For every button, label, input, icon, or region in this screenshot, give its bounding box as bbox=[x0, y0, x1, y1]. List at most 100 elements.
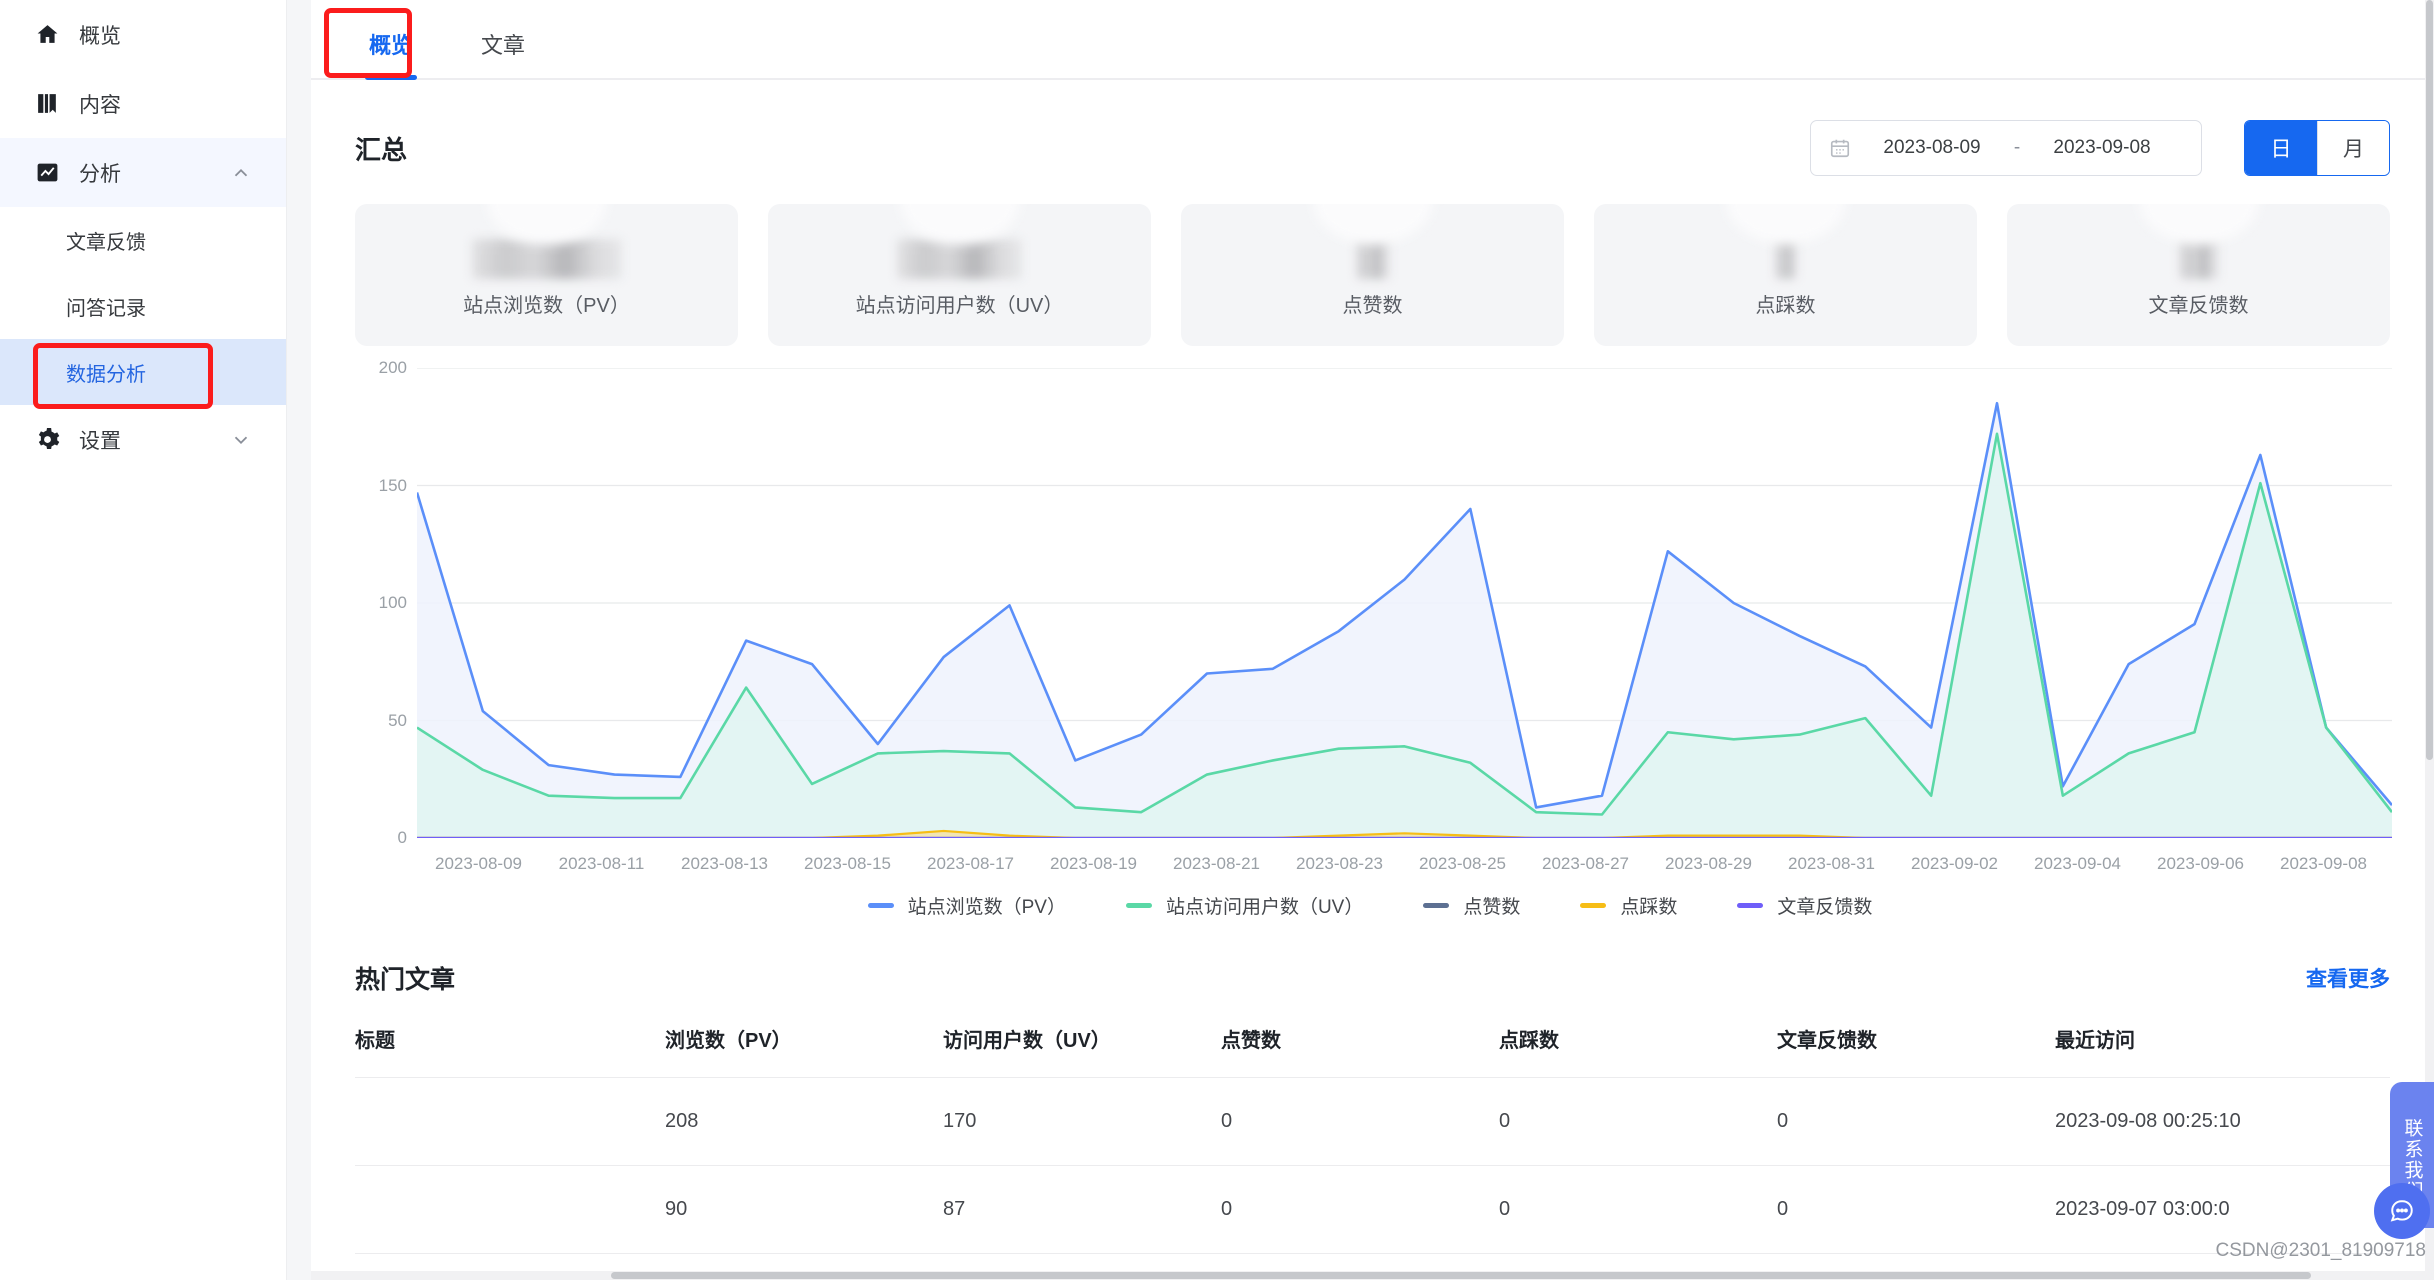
x-axis-tick: 2023-08-27 bbox=[1542, 854, 1629, 873]
sidebar-item-label: 内容 bbox=[79, 93, 121, 117]
tab-label: 概览 bbox=[369, 33, 414, 58]
legend-swatch bbox=[1423, 903, 1450, 908]
analytics-chart[interactable]: 0 50 100 150 200 2023-08-09 2023-08-11 2023-08… bbox=[355, 358, 2392, 928]
x-axis-tick: 2023-08-23 bbox=[1296, 854, 1383, 873]
sidebar: 概览 内容 分析 文章反馈 问答记录 数据分析 设置 bbox=[0, 0, 287, 1280]
stat-card-pv[interactable]: 站点浏览数（PV） bbox=[355, 204, 738, 346]
tab-overview[interactable]: 概览 bbox=[353, 28, 429, 80]
stat-card-label: 点赞数 bbox=[1342, 294, 1403, 317]
granularity-toggle: 日 月 bbox=[2244, 120, 2390, 176]
stat-card-likes[interactable]: 点赞数 bbox=[1181, 204, 1564, 346]
legend-item[interactable]: 站点浏览数（PV） bbox=[867, 892, 1066, 919]
hot-articles-section: 热门文章 查看更多 标题 浏览数（PV） 访问用户数（UV） 点赞数 点踩数 文… bbox=[311, 928, 2434, 1254]
tab-label: 文章 bbox=[481, 33, 526, 58]
cell-uv: 87 bbox=[943, 1165, 1221, 1254]
legend-item[interactable]: 文章反馈数 bbox=[1737, 892, 1872, 919]
sidebar-subitem-label: 数据分析 bbox=[66, 363, 146, 386]
column-header-last-visit: 最近访问 bbox=[2055, 1024, 2390, 1078]
granularity-day-button[interactable]: 日 bbox=[2245, 121, 2317, 175]
cell-feedback: 0 bbox=[1777, 1165, 2055, 1254]
x-axis-tick: 2023-08-13 bbox=[681, 854, 768, 873]
x-axis-tick: 2023-08-29 bbox=[1665, 854, 1752, 873]
sidebar-group-label: 设置 bbox=[79, 429, 121, 453]
column-header-likes: 点赞数 bbox=[1221, 1024, 1499, 1078]
stat-value-redacted bbox=[2007, 233, 2390, 285]
cell-uv: 170 bbox=[943, 1077, 1221, 1166]
chevron-up-icon[interactable] bbox=[226, 162, 256, 184]
summary-header: 汇总 2023-08-09 - 2023-09-08 日 月 bbox=[311, 80, 2434, 176]
x-axis-tick: 2023-08-17 bbox=[927, 854, 1014, 873]
date-range-end[interactable]: 2023-09-08 bbox=[2037, 137, 2167, 159]
sidebar-item-data-analysis[interactable]: 数据分析 bbox=[0, 339, 286, 405]
stat-value-redacted bbox=[1181, 233, 1564, 285]
sidebar-group-settings[interactable]: 设置 bbox=[0, 405, 286, 474]
cell-title-redacted bbox=[355, 1165, 665, 1254]
legend-item[interactable]: 站点访问用户数（UV） bbox=[1125, 892, 1364, 919]
layout-gutter bbox=[287, 0, 311, 1280]
sidebar-subitem-label: 文章反馈 bbox=[66, 231, 146, 254]
tab-articles[interactable]: 文章 bbox=[465, 28, 541, 78]
legend-label: 站点访问用户数（UV） bbox=[1165, 897, 1364, 918]
y-axis-tick: 200 bbox=[378, 358, 407, 377]
cell-title-redacted bbox=[355, 1077, 665, 1166]
table-row[interactable]: 90 87 0 0 0 2023-09-07 03:00:0 bbox=[355, 1165, 2390, 1254]
table-row[interactable]: 208 170 0 0 0 2023-09-08 00:25:10 bbox=[355, 1077, 2390, 1166]
sidebar-item-overview[interactable]: 概览 bbox=[0, 0, 286, 69]
chat-icon[interactable] bbox=[2374, 1183, 2430, 1239]
y-axis-tick: 100 bbox=[378, 593, 407, 612]
horizontal-scrollbar[interactable] bbox=[311, 1271, 2434, 1280]
legend-label: 文章反馈数 bbox=[1777, 897, 1873, 918]
chevron-down-icon[interactable] bbox=[226, 429, 256, 451]
x-axis-tick: 2023-09-08 bbox=[2280, 854, 2367, 873]
stat-card-list: 站点浏览数（PV） 站点访问用户数（UV） 点赞数 点踩数 文章反馈数 bbox=[311, 176, 2434, 346]
date-range-picker[interactable]: 2023-08-09 - 2023-09-08 bbox=[1810, 120, 2202, 176]
stat-card-label: 站点浏览数（PV） bbox=[463, 294, 630, 317]
sidebar-group-analysis[interactable]: 分析 bbox=[0, 138, 286, 207]
sidebar-item-label: 概览 bbox=[79, 24, 121, 48]
x-axis-tick: 2023-09-06 bbox=[2157, 854, 2244, 873]
stat-value-redacted bbox=[1594, 233, 1977, 285]
sidebar-item-qa-records[interactable]: 问答记录 bbox=[0, 273, 286, 339]
legend-label: 站点浏览数（PV） bbox=[907, 897, 1066, 918]
stat-card-uv[interactable]: 站点访问用户数（UV） bbox=[768, 204, 1151, 346]
x-axis-tick: 2023-08-11 bbox=[558, 854, 645, 873]
tab-bar: 概览 文章 bbox=[311, 0, 2434, 80]
cell-likes: 0 bbox=[1221, 1077, 1499, 1166]
x-axis-tick: 2023-09-02 bbox=[1911, 854, 1998, 873]
stat-card-label: 站点访问用户数（UV） bbox=[855, 294, 1064, 317]
cell-pv: 208 bbox=[665, 1077, 943, 1166]
y-axis-tick: 50 bbox=[388, 710, 407, 730]
hot-articles-title: 热门文章 bbox=[355, 966, 456, 994]
stat-value-redacted bbox=[355, 233, 738, 285]
cell-feedback: 0 bbox=[1777, 1077, 2055, 1166]
x-axis-tick: 2023-08-19 bbox=[1050, 854, 1137, 873]
column-header-title: 标题 bbox=[355, 1024, 665, 1078]
sidebar-item-content[interactable]: 内容 bbox=[0, 69, 286, 138]
hot-articles-table: 标题 浏览数（PV） 访问用户数（UV） 点赞数 点踩数 文章反馈数 最近访问 … bbox=[355, 1024, 2390, 1254]
legend-swatch bbox=[867, 903, 894, 908]
y-axis-tick: 0 bbox=[397, 828, 407, 847]
chart-legend: 站点浏览数（PV） 站点访问用户数（UV） 点赞数 点踩数 文章反馈数 bbox=[355, 892, 2385, 919]
stat-value-redacted bbox=[768, 233, 1151, 285]
cell-pv: 90 bbox=[665, 1165, 943, 1254]
sidebar-group-label: 分析 bbox=[79, 162, 121, 186]
main-content: 概览 文章 汇总 2023-08-09 - 2023-09-08 日 月 站点浏… bbox=[311, 0, 2434, 1280]
column-header-feedback: 文章反馈数 bbox=[1777, 1024, 2055, 1078]
legend-item[interactable]: 点踩数 bbox=[1580, 892, 1677, 919]
granularity-month-button[interactable]: 月 bbox=[2317, 121, 2389, 175]
column-header-dislikes: 点踩数 bbox=[1499, 1024, 1777, 1078]
stat-card-dislikes[interactable]: 点踩数 bbox=[1594, 204, 1977, 346]
table-header-row: 标题 浏览数（PV） 访问用户数（UV） 点赞数 点踩数 文章反馈数 最近访问 bbox=[355, 1024, 2390, 1078]
x-axis-tick: 2023-08-09 bbox=[435, 854, 522, 873]
sidebar-item-article-feedback[interactable]: 文章反馈 bbox=[0, 207, 286, 273]
book-icon bbox=[34, 90, 61, 117]
stat-card-label: 点踩数 bbox=[1755, 294, 1816, 317]
chart-y-axis: 0 50 100 150 200 bbox=[355, 358, 407, 847]
date-range-start[interactable]: 2023-08-09 bbox=[1867, 137, 1997, 159]
view-more-link[interactable]: 查看更多 bbox=[2306, 963, 2390, 993]
y-axis-tick: 150 bbox=[378, 475, 407, 495]
legend-item[interactable]: 点赞数 bbox=[1423, 892, 1520, 919]
summary-title: 汇总 bbox=[355, 134, 408, 165]
stat-card-feedback[interactable]: 文章反馈数 bbox=[2007, 204, 2390, 346]
x-axis-tick: 2023-09-04 bbox=[2034, 854, 2121, 873]
